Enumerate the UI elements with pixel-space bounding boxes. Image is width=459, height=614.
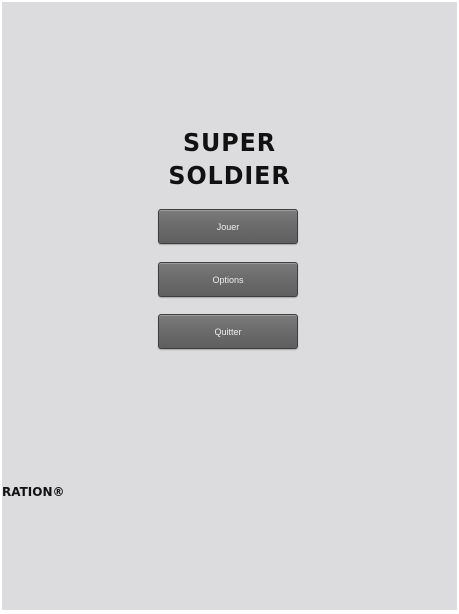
game-title: SUPER SOLDIER	[13, 126, 445, 192]
game-title-line1: SUPER	[182, 128, 277, 157]
options-button[interactable]: Options	[158, 262, 298, 297]
game-title-line2: SOLDIER	[168, 161, 291, 190]
quit-button[interactable]: Quitter	[158, 314, 298, 349]
game-screen: SUPER SOLDIER Jouer Options Quitter RATI…	[2, 2, 457, 610]
copyright-text: RATION®	[2, 485, 65, 499]
play-button[interactable]: Jouer	[158, 209, 298, 244]
